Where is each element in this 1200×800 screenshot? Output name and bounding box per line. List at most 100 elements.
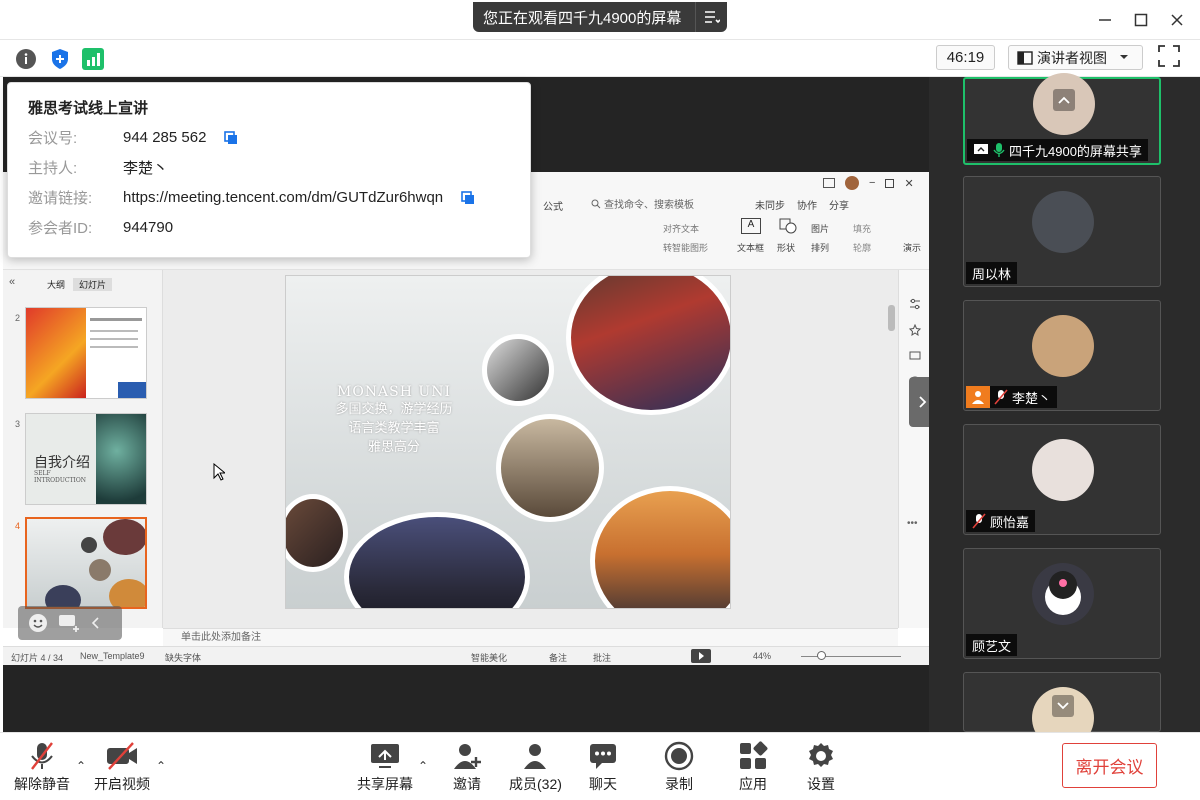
zoom-slider-handle[interactable] [817, 651, 826, 660]
smart-beautify-button[interactable]: 智能美化 [471, 651, 507, 664]
chevron-right-icon [919, 396, 927, 408]
ppt-minimize-icon[interactable]: − [869, 177, 875, 189]
ppt-restore-icon[interactable] [885, 178, 895, 188]
ppt-close-icon[interactable]: ✕ [904, 177, 913, 190]
close-icon[interactable] [1162, 8, 1192, 32]
meeting-id-value: 944 285 562 [123, 129, 207, 146]
textbox-icon[interactable]: A [741, 218, 761, 234]
tab-outline[interactable]: 大纲 [47, 278, 65, 291]
chevron-down-icon [1120, 54, 1128, 59]
ppt-notes-bar[interactable]: 单击此处添加备注 [163, 628, 898, 646]
ppt-user-avatar[interactable] [845, 176, 859, 190]
canvas-scrollbar[interactable] [888, 305, 895, 331]
tab-slides[interactable]: 幻灯片 [73, 278, 113, 291]
banner-menu-icon[interactable] [695, 2, 727, 32]
chevron-up-icon[interactable]: ⌃ [418, 759, 428, 773]
ppt-share-group: 未同步 协作 分享 [755, 197, 849, 212]
ppt-present-label[interactable]: 演示 [903, 241, 921, 254]
ppt-search[interactable]: 查找命令、搜索模板 [591, 196, 694, 211]
chevron-up-icon[interactable]: ⌃ [76, 759, 86, 773]
comment-add-icon[interactable] [58, 614, 80, 632]
participant-name-label: 四千九4900的屏幕共享 [967, 139, 1148, 161]
zoom-slider[interactable] [801, 656, 901, 657]
meeting-info-popup: 雅思考试线上宣讲 会议号: 944 285 562 主持人: 李楚丶 邀请链接:… [7, 82, 531, 258]
ppt-layout-icon[interactable] [823, 178, 835, 188]
ppt-share-button[interactable]: 分享 [829, 197, 849, 212]
thumb-subtitle: SELF INTRODUCTION [34, 470, 87, 484]
slide-thumbnail-4[interactable] [25, 517, 147, 609]
ppt-outline-label[interactable]: 轮廓 [853, 241, 871, 254]
ppt-fill-label[interactable]: 填充 [853, 222, 871, 235]
security-shield-icon[interactable] [48, 47, 72, 71]
chat-icon [590, 744, 616, 769]
zoom-level[interactable]: 44% [753, 651, 771, 661]
play-slideshow-button[interactable] [691, 649, 711, 663]
thumb-number: 4 [15, 521, 21, 531]
slide-thumbnail-3[interactable]: 自我介绍 SELF INTRODUCTION [25, 413, 147, 505]
minimize-icon[interactable] [1090, 8, 1120, 32]
scroll-up-icon[interactable] [1053, 89, 1075, 111]
more-icon[interactable]: ••• [907, 518, 918, 529]
participant-tile[interactable] [963, 672, 1161, 749]
host-value: 李楚丶 [123, 160, 169, 177]
participant-id-key: 参会者ID: [28, 220, 93, 237]
apps-grid-icon [740, 741, 768, 769]
participant-id-row: 参会者ID: 944790 [28, 217, 173, 238]
template-name: New_Template9 [80, 651, 145, 661]
comment-button[interactable]: 批注 [593, 651, 611, 664]
ppt-picture-label[interactable]: 图片 [811, 222, 829, 235]
invite-link-value[interactable]: https://meeting.tencent.com/dm/GUTdZur6h… [123, 189, 443, 206]
settings-sliders-icon[interactable] [909, 298, 921, 310]
unmute-button[interactable]: 解除静音 [14, 741, 70, 794]
fullscreen-icon[interactable] [1158, 45, 1182, 69]
ppt-shape-label[interactable]: 形状 [777, 241, 795, 254]
current-slide[interactable]: MONASH UNI 多国交换，游学经历 语言类教学丰富 雅思高分 [285, 275, 731, 609]
emoji-icon[interactable] [28, 613, 48, 633]
ppt-collab-button[interactable]: 协作 [797, 197, 817, 212]
ppt-align-text[interactable]: 对齐文本 [663, 222, 699, 235]
record-icon [664, 741, 694, 771]
ppt-formula-label[interactable]: 公式 [543, 198, 563, 213]
apps-button[interactable]: 应用 [738, 741, 768, 794]
sharing-banner[interactable]: 您正在观看四千九4900的屏幕 [473, 2, 727, 32]
start-video-button[interactable]: 开启视频 [94, 741, 150, 794]
scroll-down-icon[interactable] [1052, 695, 1074, 717]
members-button[interactable]: 成员(32) [509, 741, 562, 794]
invite-button[interactable]: 邀请 [452, 741, 482, 794]
speaker-view-button[interactable]: 演讲者视图 [1008, 45, 1143, 70]
participant-tile[interactable]: 李楚丶 [963, 300, 1161, 411]
chevron-left-icon[interactable] [90, 616, 100, 630]
settings-button[interactable]: 设置 [806, 741, 836, 794]
record-button[interactable]: 录制 [664, 741, 694, 794]
ppt-sync-button[interactable]: 未同步 [755, 197, 785, 212]
copy-icon[interactable] [461, 190, 475, 205]
leave-meeting-button[interactable]: 离开会议 [1062, 743, 1157, 788]
shape-icon[interactable] [779, 218, 797, 234]
participant-tile[interactable]: 顾怡嘉 [963, 424, 1161, 535]
maximize-icon[interactable] [1126, 8, 1156, 32]
chevron-up-icon[interactable]: ⌃ [156, 759, 166, 773]
missing-font-button[interactable]: 缺失字体 [165, 651, 201, 664]
info-icon[interactable] [14, 47, 38, 71]
collapse-pane-icon[interactable]: « [9, 276, 15, 288]
chat-button[interactable]: 聊天 [588, 741, 618, 794]
ppt-smart-convert[interactable]: 转智能图形 [663, 241, 708, 254]
invite-link-row: 邀请链接: https://meeting.tencent.com/dm/GUT… [28, 187, 475, 208]
invite-link-key: 邀请链接: [28, 190, 93, 207]
camera-off-icon [107, 742, 137, 770]
ppt-textbox-label[interactable]: 文本框 [737, 241, 764, 254]
star-icon[interactable] [909, 324, 921, 336]
participant-tile[interactable]: 四千九4900的屏幕共享 [963, 73, 1161, 165]
slide-thumbnail-2[interactable] [25, 307, 147, 399]
share-screen-button[interactable]: 共享屏幕 [357, 741, 413, 794]
remark-button[interactable]: 备注 [549, 651, 567, 664]
copy-icon[interactable] [224, 130, 238, 145]
participant-tile[interactable]: 顾艺文 [963, 548, 1161, 659]
ppt-arrange-label[interactable]: 排列 [811, 241, 829, 254]
ppt-window-controls: − ✕ [823, 176, 923, 190]
slideshow-icon[interactable] [909, 350, 921, 362]
signal-strength-icon[interactable] [81, 47, 105, 71]
gear-icon [809, 743, 833, 767]
participant-name-label: 顾怡嘉 [966, 510, 1036, 532]
participant-tile[interactable]: 周以林 [963, 176, 1161, 287]
